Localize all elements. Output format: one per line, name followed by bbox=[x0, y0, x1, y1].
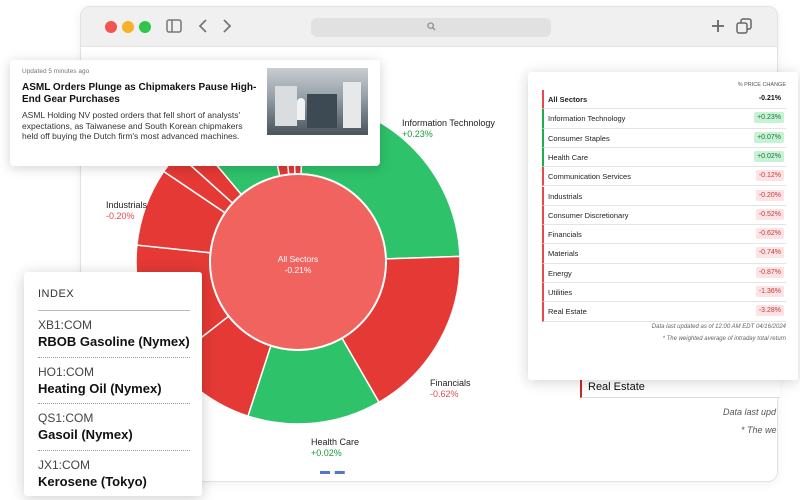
sector-change: +0.07% bbox=[754, 131, 784, 143]
sector-name: Information Technology bbox=[548, 114, 626, 124]
sector-row[interactable]: Consumer Discretionary -0.52% bbox=[542, 205, 786, 226]
index-item[interactable]: HO1:COM Heating Oil (Nymex) bbox=[38, 356, 190, 403]
sector-name: Industrials bbox=[548, 191, 583, 201]
news-card[interactable]: Updated 5 minutes ago ASML Orders Plunge… bbox=[10, 60, 380, 166]
index-name: RBOB Gasoline (Nymex) bbox=[38, 334, 190, 349]
index-code: XB1:COM bbox=[38, 318, 93, 332]
sector-change: -0.87% bbox=[755, 266, 784, 278]
sector-change: -0.21% bbox=[758, 95, 781, 102]
index-card: INDEX XB1:COM RBOB Gasoline (Nymex) HO1:CO… bbox=[24, 272, 202, 496]
label-name: Information Technology bbox=[402, 118, 495, 128]
label-industrials: Industrials -0.20% bbox=[106, 200, 147, 222]
sector-row[interactable]: Real Estate -3.28% bbox=[542, 302, 786, 322]
sector-row[interactable]: Information Technology +0.23% bbox=[542, 109, 786, 129]
index-item[interactable]: QS1:COM Gasoil (Nymex) bbox=[38, 403, 190, 449]
label-value: +0.02% bbox=[311, 448, 342, 458]
index-name: Kerosene (Tokyo) bbox=[38, 473, 147, 489]
sector-change: -0.12% bbox=[755, 170, 784, 182]
sector-row[interactable]: Utilities -1.36% bbox=[542, 283, 786, 303]
news-summary: ASML Holding NV posted orders that fell … bbox=[22, 110, 243, 141]
sector-row[interactable]: Communication Services -0.12% bbox=[542, 167, 786, 187]
sector-name: Real Estate bbox=[548, 307, 587, 317]
donut-center-value: -0.21% bbox=[285, 265, 312, 275]
sector-change: -0.74% bbox=[755, 247, 784, 259]
sector-name: Materials bbox=[548, 249, 579, 259]
index-name: Gasoil (Nymex) bbox=[38, 427, 133, 442]
label-name: Health Care bbox=[311, 437, 360, 447]
index-code: HO1:COM bbox=[38, 364, 95, 379]
index-title: INDEX bbox=[38, 288, 75, 300]
index-name: Heating Oil (Nymex) bbox=[38, 380, 162, 396]
sector-name: All Sectors bbox=[548, 95, 588, 104]
data-updated-note: Data last updated as of 12:00 AM EDT 04/… bbox=[651, 324, 786, 330]
price-change-header: % PRICE CHANGE bbox=[737, 82, 786, 88]
sector-name: Communication Services bbox=[548, 172, 631, 182]
sector-change: +0.23% bbox=[754, 112, 784, 124]
index-code: QS1:COM bbox=[38, 411, 94, 425]
weighted-average-note: * The weighted average of intraday total… bbox=[662, 336, 786, 342]
sector-row[interactable]: Materials -0.74% bbox=[542, 244, 786, 264]
label-name: Financials bbox=[430, 378, 471, 388]
index-item[interactable]: XB1:COM RBOB Gasoline (Nymex) bbox=[38, 310, 190, 356]
sector-row[interactable]: Energy -0.87% bbox=[542, 263, 786, 283]
news-headline[interactable]: ASML Orders Plunge as Chipmakers Pause H… bbox=[22, 82, 257, 106]
label-information-technology: Information Technology +0.23% bbox=[402, 118, 495, 140]
label-value: +0.23% bbox=[402, 129, 433, 139]
label-value: -0.20% bbox=[106, 211, 135, 221]
label-financials: Financials -0.62% bbox=[430, 378, 471, 400]
index-item[interactable]: JX1:COM Kerosene (Tokyo) bbox=[38, 449, 190, 496]
sector-change: -0.62% bbox=[755, 228, 784, 240]
sector-row[interactable]: Consumer Staples +0.07% bbox=[542, 128, 786, 148]
sector-row[interactable]: Financials -0.62% bbox=[542, 225, 786, 245]
sector-change: -0.52% bbox=[755, 208, 784, 220]
news-thumbnail-image[interactable] bbox=[267, 68, 368, 135]
sector-change: -3.28% bbox=[755, 305, 784, 317]
sector-row[interactable]: Health Care +0.02% bbox=[542, 147, 786, 168]
index-code: JX1:COM bbox=[38, 457, 91, 472]
sector-change: -0.20% bbox=[755, 189, 784, 201]
sector-name: Financials bbox=[548, 230, 582, 240]
sector-name: Health Care bbox=[548, 152, 589, 162]
sector-performance-card: % PRICE CHANGE All Sectors -0.21% Informat… bbox=[528, 72, 798, 380]
label-health-care: Health Care +0.02% bbox=[311, 437, 359, 459]
sector-name: Energy bbox=[548, 268, 572, 278]
sector-name: Consumer Discretionary bbox=[548, 210, 629, 220]
sector-change: -1.36% bbox=[755, 286, 784, 297]
sector-name: Utilities bbox=[548, 288, 573, 297]
label-name: Industrials bbox=[106, 200, 148, 210]
news-updated-time: Updated 5 minutes ago bbox=[22, 68, 90, 75]
donut-center-name: All Sectors bbox=[278, 254, 319, 264]
sector-row[interactable]: Industrials -0.20% bbox=[542, 186, 786, 206]
sector-row[interactable]: All Sectors -0.21% bbox=[542, 90, 786, 110]
label-value: -0.62% bbox=[430, 389, 459, 399]
sector-name: Consumer Staples bbox=[548, 133, 610, 143]
sector-change: +0.02% bbox=[754, 150, 784, 162]
